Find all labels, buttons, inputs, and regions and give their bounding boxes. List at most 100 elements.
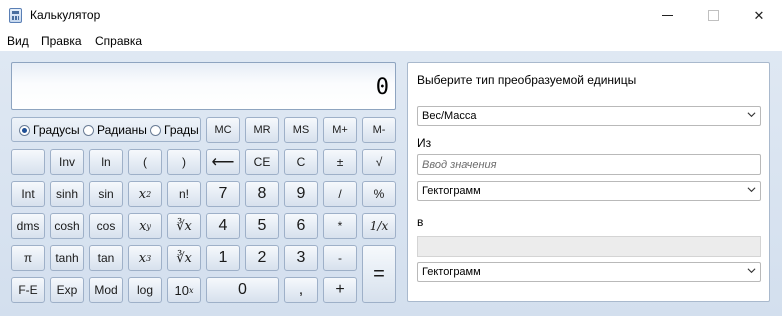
cube-button[interactable]: x3 [128, 245, 162, 271]
conversion-type-value: Вес/Масса [422, 110, 477, 122]
converter-heading: Выберите тип преобразуемой единицы [417, 73, 637, 87]
window-title: Калькулятор [30, 8, 101, 22]
blank-button[interactable] [11, 149, 45, 175]
from-unit-select[interactable]: Гектограмм [417, 181, 761, 201]
power-button[interactable]: xy [128, 213, 162, 239]
cube-exponent: 3 [146, 253, 152, 263]
digit-8-button[interactable]: 8 [245, 181, 279, 207]
radio-radians[interactable]: Радианы [83, 123, 147, 137]
plus-button[interactable]: + [323, 277, 357, 303]
ce-button[interactable]: CE [245, 149, 279, 175]
close-button[interactable]: ✕ [736, 0, 782, 31]
ms-button[interactable]: MS [284, 117, 318, 143]
unit-converter-panel: Выберите тип преобразуемой единицы Вес/М… [407, 62, 770, 302]
radio-unchecked-icon [150, 124, 161, 136]
value-input[interactable] [422, 156, 752, 173]
int-button[interactable]: Int [11, 181, 45, 207]
fe-button[interactable]: F-E [11, 277, 45, 303]
c-button[interactable]: C [284, 149, 318, 175]
to-unit-select[interactable]: Гектограмм [417, 262, 761, 282]
cube-root-button[interactable]: ∛x [167, 245, 201, 271]
dms-button[interactable]: dms [11, 213, 45, 239]
digit-0-button[interactable]: 0 [206, 277, 279, 303]
chevron-down-icon [747, 187, 756, 193]
radio-grads[interactable]: Грады [150, 123, 199, 137]
sqrt-button[interactable]: √ [362, 149, 396, 175]
reciprocal-button[interactable]: 1/x [362, 213, 396, 239]
decimal-button[interactable]: , [284, 277, 318, 303]
digit-6-button[interactable]: 6 [284, 213, 318, 239]
digit-5-button[interactable]: 5 [245, 213, 279, 239]
yroot-button[interactable]: ∛x [167, 213, 201, 239]
ten-power-button[interactable]: 10 x [167, 277, 201, 303]
cosh-button[interactable]: cosh [50, 213, 84, 239]
sin-button[interactable]: sin [89, 181, 123, 207]
conversion-type-select[interactable]: Вес/Масса [417, 106, 761, 126]
tan-button[interactable]: tan [89, 245, 123, 271]
open-paren-button[interactable]: ( [128, 149, 162, 175]
pi-button[interactable]: π [11, 245, 45, 271]
mr-button[interactable]: MR [245, 117, 279, 143]
ten-power-exponent: x [188, 285, 194, 295]
calculator-icon [9, 8, 22, 23]
m-plus-button[interactable]: M+ [323, 117, 357, 143]
digit-3-button[interactable]: 3 [284, 245, 318, 271]
digit-2-button[interactable]: 2 [245, 245, 279, 271]
menu-edit[interactable]: Правка [41, 34, 82, 48]
from-unit-value: Гектограмм [422, 185, 481, 197]
divide-button[interactable]: / [323, 181, 357, 207]
radio-grads-label: Грады [164, 123, 199, 137]
log-button[interactable]: log [128, 277, 162, 303]
equals-button[interactable]: = [362, 245, 396, 303]
angle-unit-group: Градусы Радианы Грады [11, 117, 201, 142]
m-minus-button[interactable]: M- [362, 117, 396, 143]
display-value: 0 [375, 75, 389, 100]
digit-7-button[interactable]: 7 [206, 181, 240, 207]
calculator-body: 0 Градусы Радианы Грады MC MR MS M+ M- I… [0, 51, 782, 316]
from-label: Из [417, 136, 432, 150]
square-exponent: 2 [146, 189, 152, 199]
maximize-icon [707, 10, 719, 21]
exp-button[interactable]: Exp [50, 277, 84, 303]
tanh-button[interactable]: tanh [50, 245, 84, 271]
minus-button[interactable]: - [323, 245, 357, 271]
plus-minus-button[interactable]: ± [323, 149, 357, 175]
result-output-field [417, 236, 761, 257]
multiply-button[interactable]: * [323, 213, 357, 239]
minimize-button[interactable] [644, 0, 690, 31]
menu-bar: Вид Правка Справка [0, 31, 782, 51]
chevron-down-icon [747, 112, 756, 118]
close-paren-button[interactable]: ) [167, 149, 201, 175]
mod-button[interactable]: Mod [89, 277, 123, 303]
chevron-down-icon [747, 268, 756, 274]
value-input-field[interactable] [417, 154, 761, 175]
radio-unchecked-icon [83, 124, 94, 136]
digit-4-button[interactable]: 4 [206, 213, 240, 239]
radio-degrees[interactable]: Градусы [19, 123, 80, 137]
result-display: 0 [11, 62, 396, 110]
square-button[interactable]: x2 [128, 181, 162, 207]
factorial-button[interactable]: n! [167, 181, 201, 207]
inv-button[interactable]: Inv [50, 149, 84, 175]
radio-checked-icon [19, 124, 30, 136]
minimize-icon [661, 15, 673, 16]
mc-button[interactable]: MC [206, 117, 240, 143]
to-label: в [417, 215, 424, 229]
to-unit-value: Гектограмм [422, 266, 481, 278]
power-exponent: y [146, 221, 151, 231]
menu-help[interactable]: Справка [95, 34, 142, 48]
digit-9-button[interactable]: 9 [284, 181, 318, 207]
ten-power-base: 10 [174, 282, 189, 298]
sinh-button[interactable]: sinh [50, 181, 84, 207]
radio-radians-label: Радианы [97, 123, 147, 137]
maximize-button [690, 0, 736, 31]
title-bar: Калькулятор ✕ [0, 0, 782, 31]
menu-view[interactable]: Вид [7, 34, 29, 48]
backspace-button[interactable]: ⟵ [206, 149, 240, 175]
radio-degrees-label: Градусы [33, 123, 80, 137]
cube-base: x [138, 250, 147, 266]
digit-1-button[interactable]: 1 [206, 245, 240, 271]
cos-button[interactable]: cos [89, 213, 123, 239]
ln-button[interactable]: ln [89, 149, 123, 175]
percent-button[interactable]: % [362, 181, 396, 207]
